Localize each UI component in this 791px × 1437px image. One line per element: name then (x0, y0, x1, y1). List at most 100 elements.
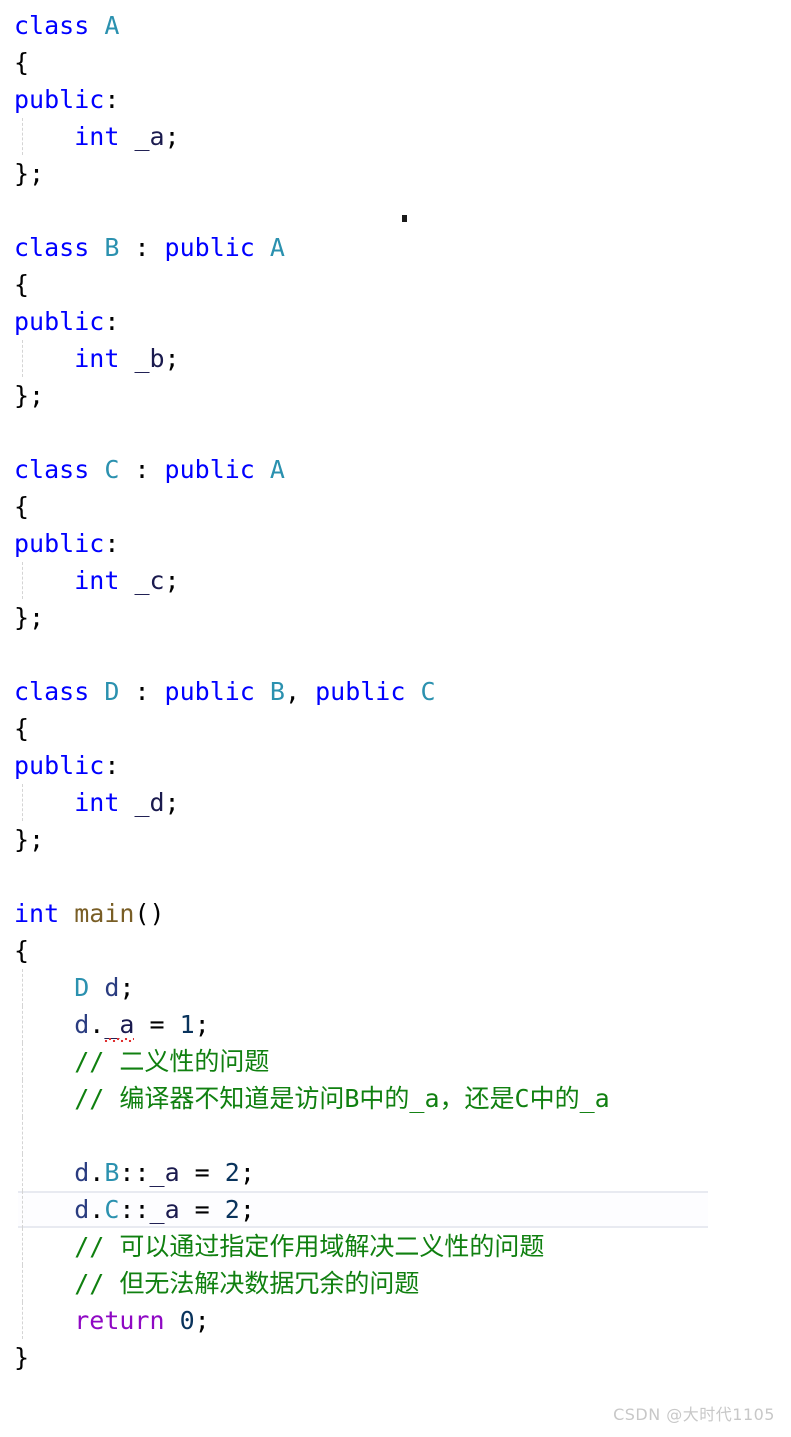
code-token: ; (164, 122, 180, 151)
code-token: ; (119, 973, 135, 1002)
code-line[interactable]: }; (0, 821, 791, 858)
code-line-content: // 编译器不知道是访问B中的_a，还是C中的_a (14, 1084, 610, 1113)
code-line[interactable]: d._a = 1; (0, 1006, 791, 1043)
code-line-content: int _b; (14, 344, 180, 373)
code-line-content: }; (14, 825, 44, 854)
code-token: . (89, 1158, 105, 1187)
code-line[interactable]: return 0; (0, 1302, 791, 1339)
code-token: B (104, 233, 120, 262)
code-token: // 可以通过指定作用域解决二义性的问题 (74, 1232, 545, 1261)
code-line-content: class A (14, 11, 119, 40)
code-line[interactable]: class B : public A (0, 229, 791, 266)
code-token: 1 (179, 1010, 195, 1039)
code-token: . (89, 1195, 105, 1224)
code-line[interactable]: // 可以通过指定作用域解决二义性的问题 (0, 1228, 791, 1265)
code-line[interactable]: int main() (0, 895, 791, 932)
code-token: class (14, 233, 90, 262)
code-token: : (104, 85, 120, 114)
code-line[interactable]: // 编译器不知道是访问B中的_a，还是C中的_a (0, 1080, 791, 1117)
code-line-content: d._a = 1; (14, 1010, 210, 1042)
code-line[interactable]: public: (0, 525, 791, 562)
code-line[interactable]: public: (0, 303, 791, 340)
code-line[interactable]: d.B::_a = 2; (0, 1154, 791, 1191)
code-line-content: d.C::_a = 2; (14, 1195, 255, 1224)
code-line[interactable]: { (0, 710, 791, 747)
code-line[interactable] (0, 414, 791, 451)
code-line-content: public: (14, 529, 119, 558)
code-token: = (179, 1195, 225, 1224)
code-line[interactable]: } (0, 1339, 791, 1376)
code-token: A (269, 233, 285, 262)
code-line-content: class D : public B, public C (14, 677, 436, 706)
code-token: public (315, 677, 406, 706)
code-token: : (104, 307, 120, 336)
code-token: () (134, 899, 165, 928)
code-line[interactable]: // 二义性的问题 (0, 1043, 791, 1080)
code-line[interactable]: }; (0, 599, 791, 636)
code-line[interactable]: }; (0, 377, 791, 414)
code-line[interactable] (0, 636, 791, 673)
code-line[interactable] (0, 192, 791, 229)
code-line[interactable]: public: (0, 747, 791, 784)
code-token: ; (164, 344, 180, 373)
code-line[interactable]: { (0, 44, 791, 81)
code-line[interactable]: // 但无法解决数据冗余的问题 (0, 1265, 791, 1302)
code-editor-canvas[interactable]: class A {public: int _a;}; class B : publi… (0, 0, 791, 1437)
code-token: // 编译器不知道是访问B中的_a，还是C中的_a (74, 1084, 610, 1113)
code-line-content: public: (14, 307, 119, 336)
code-line[interactable]: class C : public A (0, 451, 791, 488)
code-token: _a (134, 122, 165, 151)
code-line[interactable]: { (0, 488, 791, 525)
code-token: return (74, 1306, 165, 1335)
code-token: : (104, 529, 120, 558)
code-line[interactable]: { (0, 266, 791, 303)
code-line-content: class B : public A (14, 233, 285, 262)
code-line[interactable]: class D : public B, public C (0, 673, 791, 710)
code-line-content: }; (14, 603, 44, 632)
code-token: ; (164, 788, 180, 817)
code-token: { (14, 270, 30, 299)
code-token: public (14, 307, 105, 336)
code-token: }; (14, 825, 45, 854)
code-line-content: int main() (14, 899, 165, 928)
code-token: A (269, 455, 285, 484)
code-line[interactable]: int _b; (0, 340, 791, 377)
code-line[interactable]: public: (0, 81, 791, 118)
code-token: { (14, 492, 30, 521)
code-token: }; (14, 603, 45, 632)
code-token: class (14, 455, 90, 484)
code-line[interactable]: d.C::_a = 2; (0, 1191, 791, 1228)
code-line[interactable] (0, 1117, 791, 1154)
code-token: public (14, 85, 105, 114)
code-token: main (74, 899, 135, 928)
code-token: ; (239, 1195, 255, 1224)
code-line[interactable]: class A (0, 7, 791, 44)
code-line-content: { (14, 936, 29, 965)
code-line[interactable] (0, 858, 791, 895)
stray-dot-artifact (402, 215, 407, 222)
code-line[interactable]: }; (0, 155, 791, 192)
code-token: :: (119, 1195, 150, 1224)
code-token: : (119, 455, 165, 484)
code-line[interactable]: { (0, 932, 791, 969)
code-line-content: // 二义性的问题 (14, 1047, 269, 1076)
code-line[interactable]: D d; (0, 969, 791, 1006)
code-line-list[interactable]: class A {public: int _a;}; class B : publi… (0, 7, 791, 1376)
code-line[interactable]: int _a; (0, 118, 791, 155)
code-token: // 但无法解决数据冗余的问题 (74, 1269, 420, 1298)
code-line[interactable]: int _d; (0, 784, 791, 821)
code-line[interactable]: int _c; (0, 562, 791, 599)
code-token: public (14, 751, 105, 780)
